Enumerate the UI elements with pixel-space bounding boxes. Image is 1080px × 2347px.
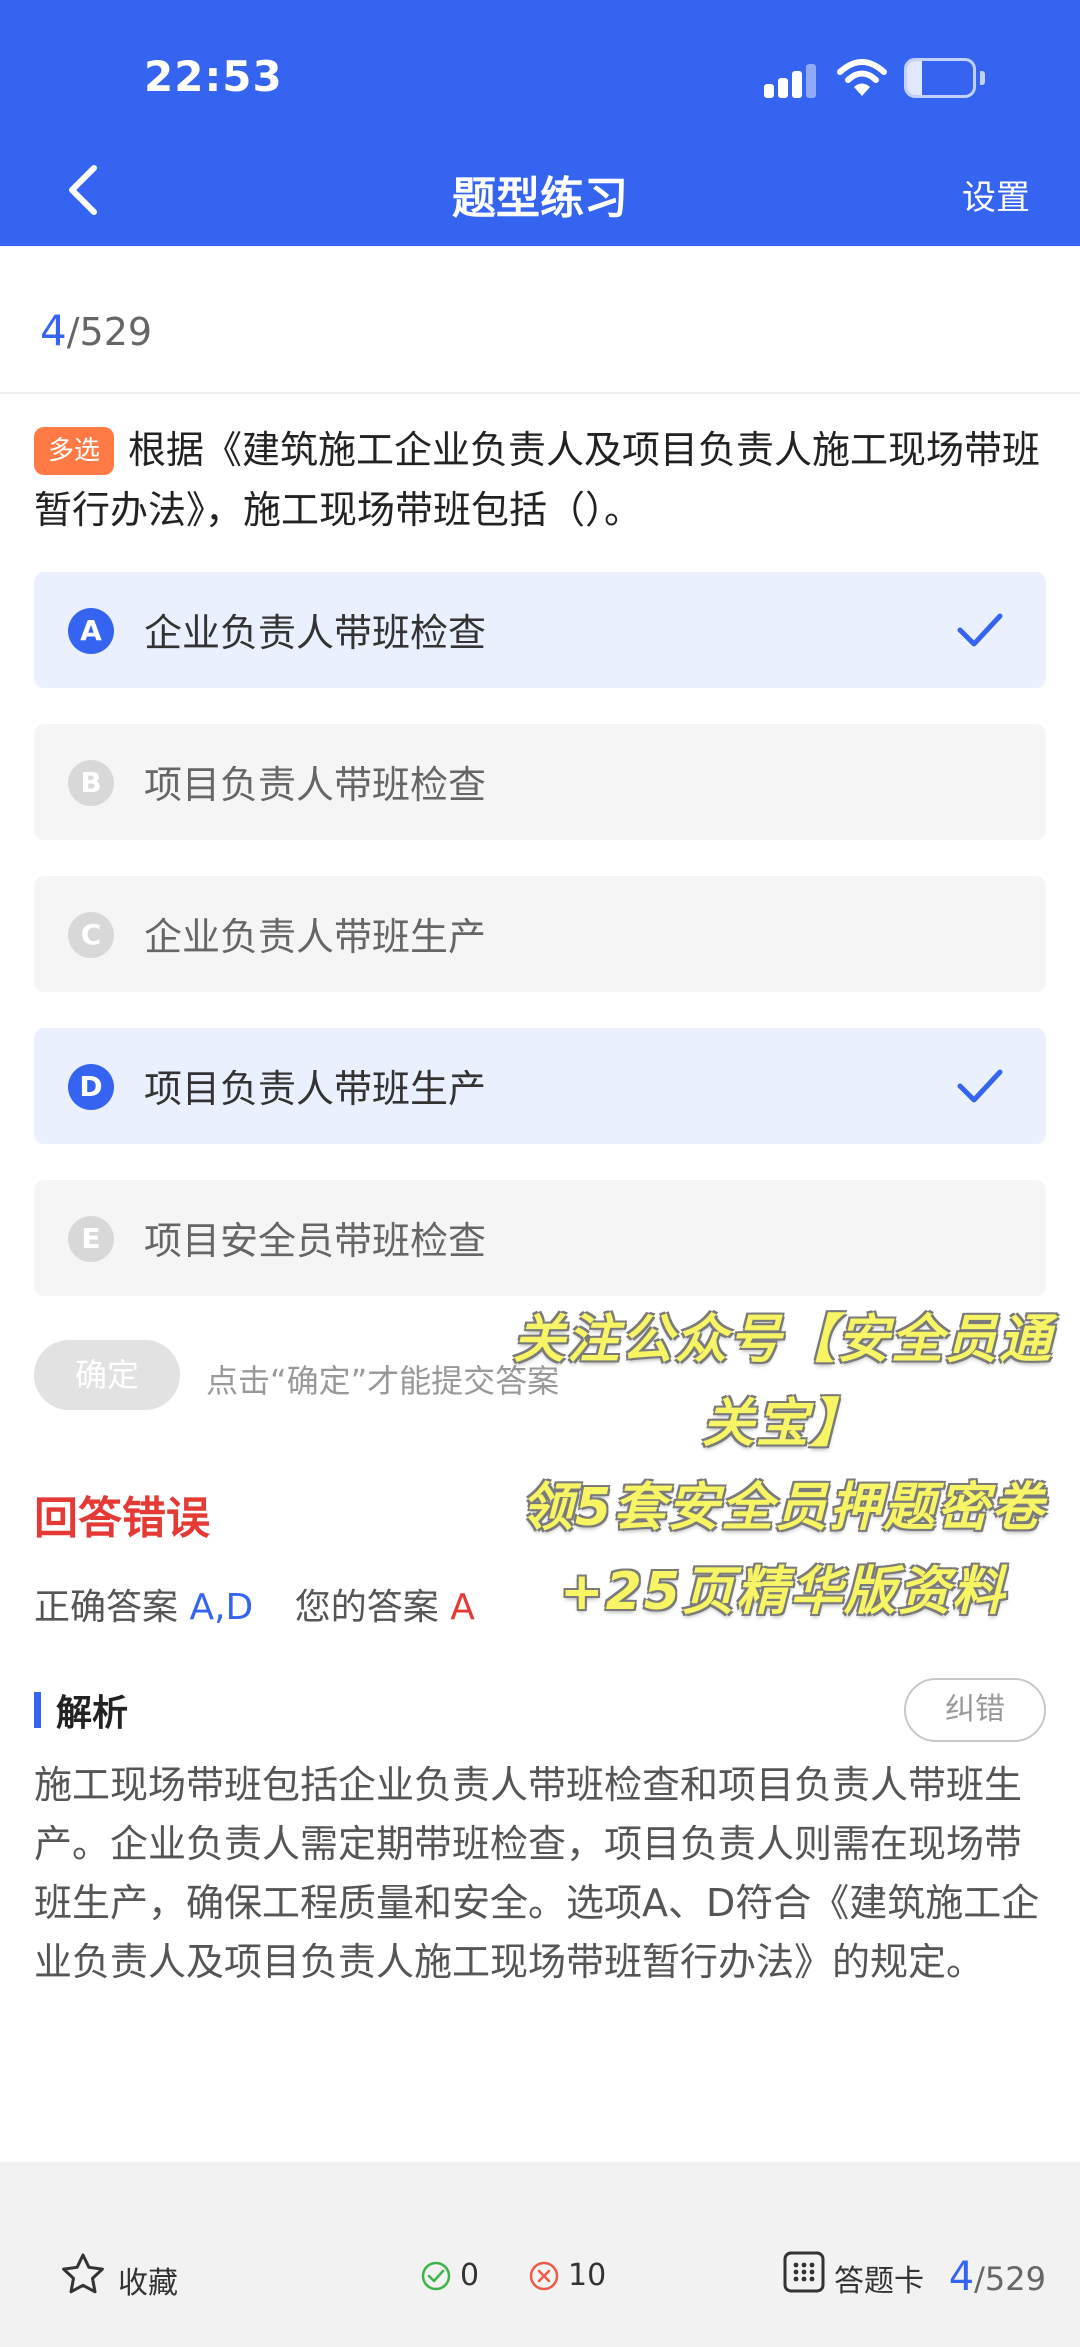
report-error-button[interactable]: 纠错 <box>904 1678 1046 1742</box>
option-text: 项目负责人带班生产 <box>144 1067 487 1111</box>
option-text: 项目负责人带班检查 <box>144 763 487 807</box>
wifi-icon <box>837 59 887 96</box>
question-stem: 多选 根据《建筑施工企业负责人及项目负责人施工现场带班暂行办法》，施工现场带班包括… <box>34 420 1044 540</box>
promo-line: +25页精华版资料 <box>560 1562 1006 1622</box>
option-d[interactable]: D 项目负责人带班生产 <box>34 1028 1046 1144</box>
your-answer-label: 您的答案 <box>294 1587 439 1628</box>
correct-count-value: 0 <box>460 2258 480 2293</box>
promo-line: 关宝】 <box>701 1394 864 1454</box>
footer-question-counter: 4/529 <box>949 2254 1046 2300</box>
option-text: 项目安全员带班检查 <box>144 1219 487 1263</box>
promo-line: 领5套安全员押题密卷 <box>520 1478 1046 1538</box>
divider <box>0 392 1080 394</box>
settings-button[interactable]: 设置 <box>962 170 1030 219</box>
option-text: 企业负责人带班生产 <box>144 915 487 959</box>
correct-answer-label: 正确答案 <box>34 1587 179 1628</box>
promo-line: 关注公众号【安全员通 <box>512 1310 1053 1370</box>
check-circle-icon <box>421 2261 451 2291</box>
option-letter: D <box>68 1064 114 1110</box>
result-title: 回答错误 <box>34 1493 210 1544</box>
section-accent-bar <box>34 1692 41 1728</box>
your-answer-value: A <box>450 1587 475 1628</box>
correct-answer-value: A,D <box>189 1587 254 1628</box>
checkmark-icon <box>957 1069 1003 1103</box>
option-b[interactable]: B 项目负责人带班检查 <box>34 724 1046 840</box>
status-icons: 23 <box>764 56 994 100</box>
option-letter: C <box>68 912 114 958</box>
option-a[interactable]: A 企业负责人带班检查 <box>34 572 1046 688</box>
current-question-number: 4 <box>40 306 67 355</box>
battery-level: 23 <box>920 61 960 94</box>
option-c[interactable]: C 企业负责人带班生产 <box>34 876 1046 992</box>
footer-current-number: 4 <box>948 2254 975 2300</box>
signal-icon <box>764 64 820 98</box>
promo-overlay: 关注公众号【安全员通 关宝】 领5套安全员押题密卷 +25页精华版资料 <box>488 1298 1078 1634</box>
battery-icon: 23 <box>904 58 976 98</box>
option-e[interactable]: E 项目安全员带班检查 <box>34 1180 1046 1296</box>
analysis-text: 施工现场带班包括企业负责人带班检查和项目负责人带班生产。企业负责人需定期带班检查… <box>34 1763 1040 1984</box>
answer-card-label: 答题卡 <box>834 2264 924 2299</box>
app-header: 22:53 23 题型练习 设置 <box>0 0 1080 246</box>
question-type-badge: 多选 <box>34 427 115 475</box>
option-letter: A <box>68 608 114 654</box>
question-text: 根据《建筑施工企业负责人及项目负责人施工现场带班暂行办法》，施工现场带班包括（）… <box>34 428 1041 532</box>
footer-total: /529 <box>974 2260 1046 2298</box>
x-circle-icon <box>529 2261 559 2291</box>
option-letter: B <box>68 760 114 806</box>
total-questions: /529 <box>66 310 153 354</box>
checkmark-icon <box>957 613 1003 647</box>
option-letter: E <box>68 1216 114 1262</box>
star-icon <box>62 2253 104 2294</box>
option-text: 企业负责人带班检查 <box>144 611 487 655</box>
status-time: 22:53 <box>144 52 283 101</box>
analysis-title: 解析 <box>56 1693 129 1734</box>
bottom-toolbar: 收藏 0 10 答题卡 4/529 <box>0 2162 1080 2347</box>
favorite-label: 收藏 <box>118 2266 178 2301</box>
grid-icon <box>783 2251 825 2293</box>
confirm-button[interactable]: 确定 <box>34 1340 180 1410</box>
answer-summary: 正确答案 A,D 您的答案 A <box>34 1578 475 1630</box>
question-counter: 4/529 <box>40 306 152 355</box>
page-title: 题型练习 <box>452 173 628 224</box>
wrong-count-value: 10 <box>568 2258 607 2293</box>
